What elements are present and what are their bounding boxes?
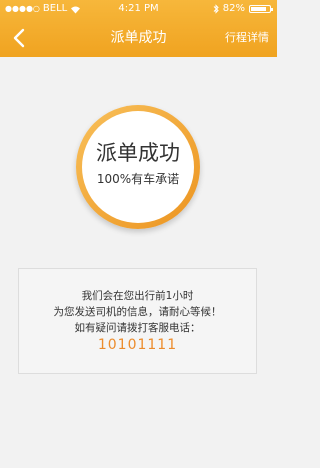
status-bar: ●●●●○ BELL 4:21 PM 82% [0, 0, 277, 18]
badge-subtitle: 100%有车承诺 [96, 172, 180, 186]
bluetooth-icon [213, 4, 219, 14]
nav-bar: 派单成功 行程详情 [0, 20, 277, 56]
badge-title: 派单成功 [96, 141, 180, 165]
dispatch-success-badge: 派单成功 100%有车承诺 [76, 105, 200, 229]
battery-fill [251, 7, 266, 11]
status-right: 82% [213, 0, 273, 18]
battery-icon [249, 5, 273, 13]
info-card: 我们会在您出行前1小时 为您发送司机的信息，请耐心等候！ 如有疑问请拨打客服电话… [18, 268, 257, 374]
header: ●●●●○ BELL 4:21 PM 82% 派单成功 行程详情 [0, 0, 277, 57]
info-line-3: 如有疑问请拨打客服电话： [74, 322, 201, 334]
info-line-1: 我们会在您出行前1小时 [81, 290, 194, 302]
battery-percent: 82% [222, 3, 245, 14]
trip-details-link[interactable]: 行程详情 [225, 20, 269, 56]
service-phone-number[interactable]: 10101111 [19, 336, 256, 354]
info-line-2: 为您发送司机的信息，请耐心等候！ [53, 306, 222, 318]
badge-center [82, 111, 194, 223]
